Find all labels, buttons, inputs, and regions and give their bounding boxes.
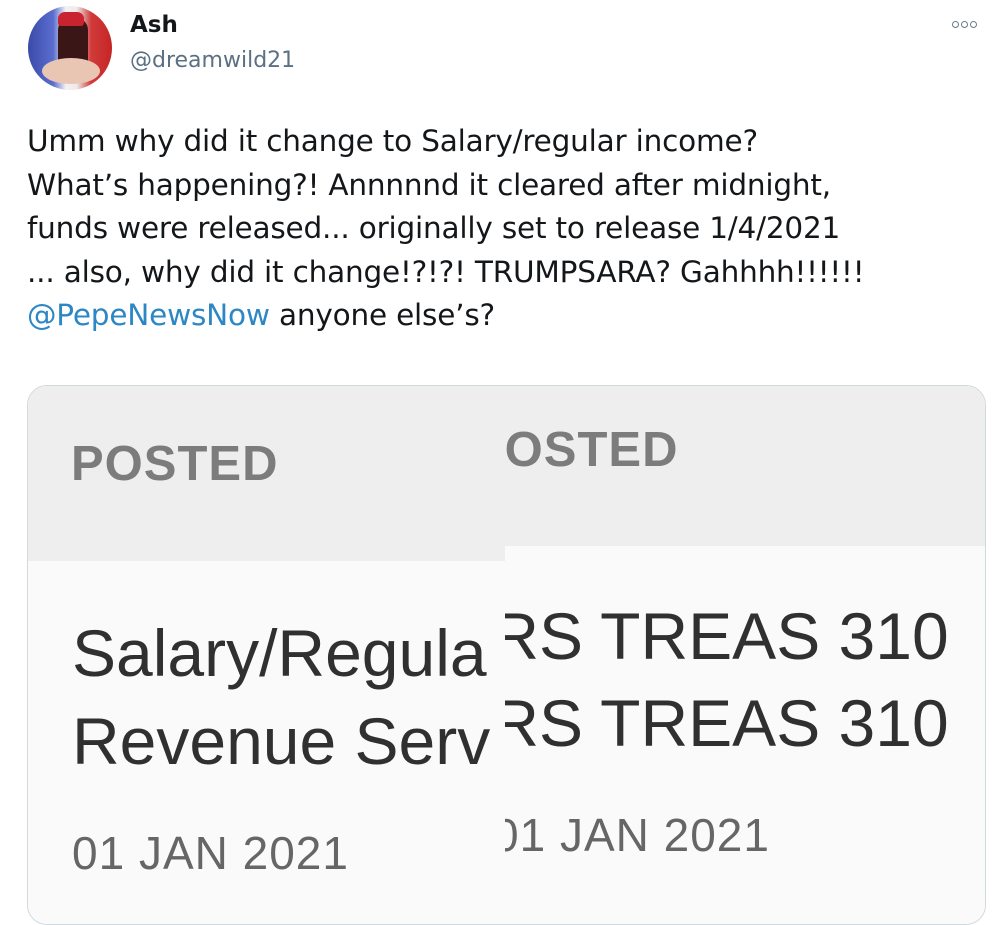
posted-label: POSTED xyxy=(71,437,279,491)
tweet-line: funds were released... originally set to… xyxy=(27,211,841,245)
more-options-icon[interactable] xyxy=(952,21,977,28)
user-handle[interactable]: @dreamwild21 xyxy=(130,48,295,73)
tweet-text: Umm why did it change to Salary/regular … xyxy=(27,120,992,338)
avatar-figure xyxy=(42,58,100,84)
transaction-date: 01 JAN 2021 xyxy=(72,827,349,879)
dot-icon xyxy=(952,21,959,28)
tweet-media[interactable]: POSTED Salary/Regula Revenue Serv 01 JAN… xyxy=(27,385,986,925)
avatar[interactable] xyxy=(28,6,112,90)
tweet-line-rest: anyone else’s? xyxy=(269,298,495,332)
avatar-hat xyxy=(58,12,84,26)
transaction-line-2: IRS TREAS 310 xyxy=(505,686,949,760)
transaction-date: 01 JAN 2021 xyxy=(505,809,770,861)
media-image-right[interactable]: POSTED IRS TREAS 310 IRS TREAS 310 01 JA… xyxy=(505,386,985,924)
tweet-line: What’s happening?! Annnnnd it cleared af… xyxy=(27,167,831,202)
transaction-line-2: Revenue Serv xyxy=(72,704,491,778)
display-name[interactable]: Ash xyxy=(130,12,178,38)
tweet-line: @PepeNewsNow anyone else’s? xyxy=(27,294,992,338)
dot-icon xyxy=(970,21,977,28)
posted-label: POSTED xyxy=(505,423,679,477)
media-image-left[interactable]: POSTED Salary/Regula Revenue Serv 01 JAN… xyxy=(28,386,505,924)
tweet-line: Umm why did it change to Salary/regular … xyxy=(27,124,758,158)
dot-icon xyxy=(961,21,968,28)
transaction-line-1: Salary/Regula xyxy=(72,616,487,690)
transaction-line-1: IRS TREAS 310 xyxy=(505,599,949,673)
tweet-line: ... also, why did it change!?!?! TRUMPSA… xyxy=(27,254,865,289)
mention-link[interactable]: @PepeNewsNow xyxy=(27,298,270,332)
